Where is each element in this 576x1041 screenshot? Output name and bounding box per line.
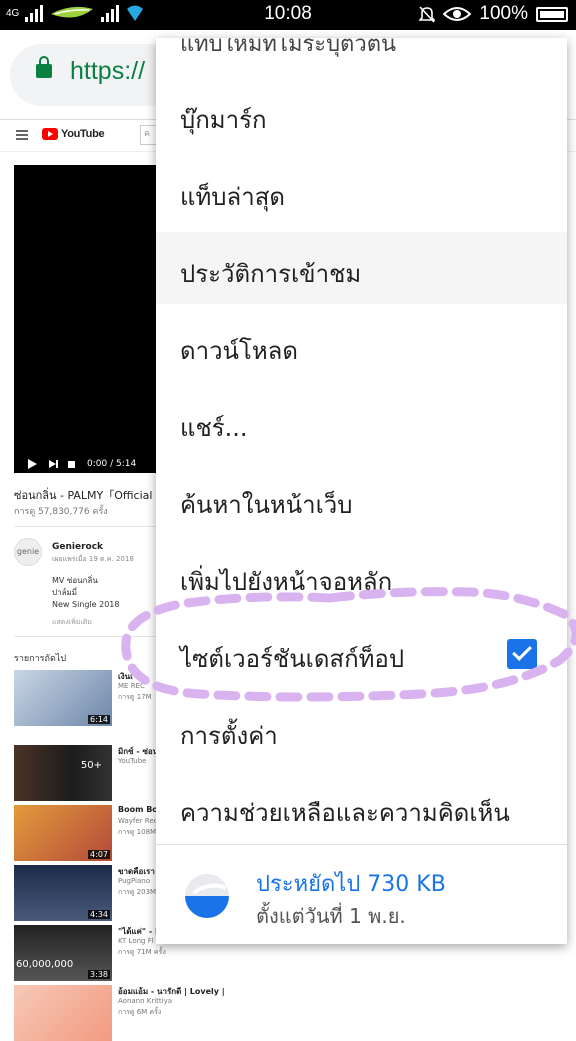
thumbnail-overlay-text: 60,000,000 [16, 959, 74, 970]
recommended-video[interactable]: 4:07 Boom Boo Wayfer Rec การดู 108M [14, 805, 164, 861]
recommended-channel: ME REC [118, 682, 145, 690]
menu-item-label: ไซต์เวอร์ชันเดสก์ท็อป [180, 645, 405, 673]
next-icon[interactable] [49, 460, 58, 468]
data-saver-summary[interactable]: ประหยัดไป 730 KB ตั้งแต่วันที่ 1 พ.ย. [156, 846, 567, 942]
menu-item-help-feedback[interactable]: ความช่วยเหลือและความคิดเห็น [156, 771, 567, 843]
menu-item-label: บุ๊กมาร์ก [180, 106, 267, 134]
data-saver-subtitle: ตั้งแต่วันที่ 1 พ.ย. [256, 904, 406, 928]
lock-icon [36, 56, 52, 78]
menu-item-add-to-home-screen[interactable]: เพิ่มไปยังหน้าจอหลัก [156, 540, 567, 612]
menu-item-history[interactable]: ประวัติการเข้าชม [156, 232, 567, 304]
video-duration: 3:38 [88, 970, 110, 979]
data-saver-title: ประหยัดไป 730 KB [256, 872, 446, 897]
url-text[interactable]: https:// [70, 57, 145, 86]
video-title: ซ่อนกลิ่น - PALMY「Official MV [14, 489, 173, 502]
recommended-video[interactable]: 6:14 เงินเ ME REC การดู 17M [14, 670, 164, 726]
recommended-channel: YouTube [118, 757, 147, 765]
menu-item-find-in-page[interactable]: ค้นหาในหน้าเว็บ [156, 463, 567, 535]
video-controls: 0:00 / 5:14 [28, 459, 136, 469]
volume-icon[interactable] [68, 460, 75, 468]
menu-item-recent-tabs[interactable]: แท็บล่าสุด [156, 155, 567, 227]
video-duration: 4:07 [88, 850, 110, 859]
eye-icon [443, 7, 472, 21]
show-more-link[interactable]: แสดงเพิ่มเติม [52, 617, 92, 628]
video-thumbnail[interactable]: 50+ [14, 745, 112, 801]
data-saver-icon [185, 874, 229, 918]
recommended-mix[interactable]: 50+ มิกซ์ - ซ่อน YouTube [14, 745, 164, 801]
menu-item-label: ดาวน์โหลด [180, 337, 298, 365]
video-time: 0:00 / 5:14 [87, 459, 137, 469]
desktop-site-checkbox[interactable] [507, 639, 537, 669]
video-duration: 6:14 [88, 715, 110, 724]
menu-item-label: แชร์... [180, 414, 248, 442]
channel-avatar[interactable]: genie [14, 538, 42, 566]
description-line: ปาล์มมี่ [52, 588, 78, 597]
recommended-channel: Aonann Krittiya [118, 997, 173, 1005]
video-thumbnail[interactable]: 60,000,000 3:38 [14, 925, 112, 981]
video-views: การดู 57,830,776 ครั้ง [14, 507, 108, 517]
menu-item-settings[interactable]: การตั้งค่า [156, 694, 567, 766]
recommended-views: การดู 203M [118, 888, 157, 896]
playlist-count: 50+ [80, 760, 102, 771]
mute-bell-icon [419, 6, 436, 23]
recommended-channel: PugPiano [118, 877, 150, 885]
video-description: MV ซ่อนกลิ่น ปาล์มมี่ New Single 2018 [52, 575, 120, 611]
recommended-video[interactable]: อ้อมแอ้ม - นารักดี | Lovely | Aonann Kri… [14, 985, 225, 1041]
play-icon[interactable] [28, 459, 37, 469]
youtube-logo[interactable]: YouTube [42, 128, 105, 140]
status-bar: 4G 10:08 100% [0, 0, 576, 30]
menu-item-new-incognito-tab[interactable]: แท็บใหม่ที่ไม่ระบุตัวตน [180, 38, 396, 61]
recommended-views: การดู 108M [118, 828, 157, 836]
description-line: New Single 2018 [52, 600, 120, 609]
recommended-channel: KT Long Fl [118, 937, 154, 945]
menu-item-label: ค้นหาในหน้าเว็บ [180, 491, 353, 519]
up-next-heading: รายการถัดไป [14, 654, 67, 664]
overflow-menu: แท็บใหม่ที่ไม่ระบุตัวตน บุ๊กมาร์ก แท็บล่… [156, 38, 567, 944]
menu-item-label: ประวัติการเข้าชม [180, 260, 362, 288]
video-thumbnail[interactable] [14, 985, 112, 1041]
menu-item-label: ความช่วยเหลือและความคิดเห็น [180, 799, 510, 827]
divider [14, 636, 164, 637]
recommended-video[interactable]: 60,000,000 3:38 "ได้แค่" - K KT Long Fl … [14, 925, 166, 981]
menu-divider [156, 844, 567, 845]
recommended-views: การดู 17M [118, 693, 152, 701]
menu-item-label: แท็บล่าสุด [180, 183, 285, 211]
video-thumbnail[interactable]: 4:34 [14, 865, 112, 921]
menu-item-bookmarks[interactable]: บุ๊กมาร์ก [156, 78, 567, 150]
recommended-views: การดู 6M ครั้ง [118, 1008, 162, 1016]
menu-item-label: การตั้งค่า [180, 722, 278, 750]
recommended-views: การดู 71M ครั้ง [118, 948, 166, 956]
menu-item-share[interactable]: แชร์... [156, 386, 567, 458]
menu-item-desktop-site[interactable]: ไซต์เวอร์ชันเดสก์ท็อป [156, 617, 567, 689]
video-thumbnail[interactable]: 6:14 [14, 670, 112, 726]
hamburger-menu-icon[interactable] [16, 130, 28, 142]
channel-name[interactable]: Genierock [52, 542, 103, 552]
divider [14, 526, 164, 527]
recommended-video[interactable]: 4:34 ขาดคือเรา - PugPiano การดู 203M [14, 865, 164, 921]
description-line: MV ซ่อนกลิ่น [52, 576, 98, 585]
battery-percent: 100% [479, 3, 528, 24]
menu-item-label: เพิ่มไปยังหน้าจอหลัก [180, 568, 393, 596]
video-player[interactable]: 0:00 / 5:14 [14, 165, 164, 473]
video-thumbnail[interactable]: 4:07 [14, 805, 112, 861]
menu-item-downloads[interactable]: ดาวน์โหลด [156, 309, 567, 381]
youtube-play-icon [42, 128, 58, 140]
publish-date: เผยแพร่เมื่อ 19 ต.ค. 2018 [52, 555, 134, 563]
video-duration: 4:34 [88, 910, 110, 919]
recommended-channel: Wayfer Rec [118, 817, 158, 825]
battery-icon [536, 6, 568, 22]
youtube-logo-text: YouTube [61, 128, 105, 140]
